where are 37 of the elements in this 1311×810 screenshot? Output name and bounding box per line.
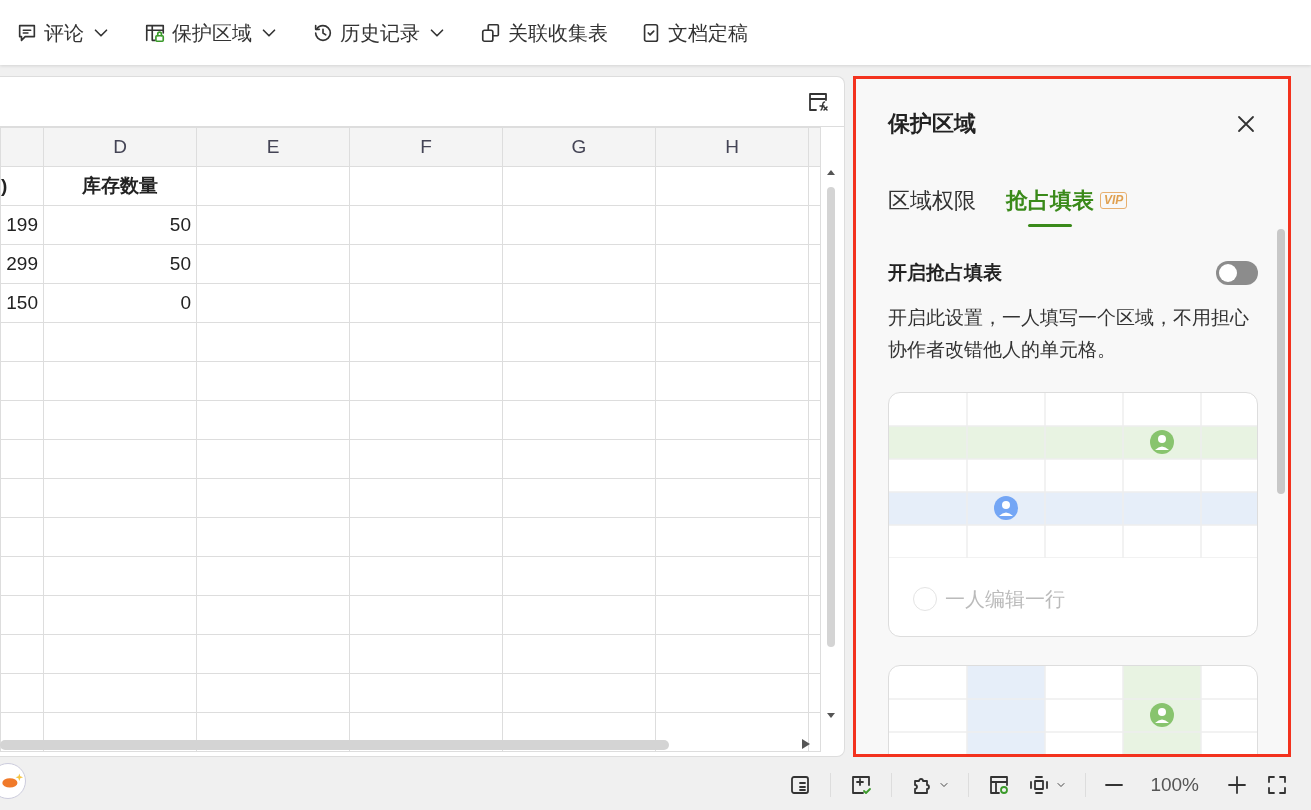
toolbar-button[interactable]: 历史记录 (312, 17, 462, 48)
tab[interactable]: 抢占填表 (1006, 184, 1094, 225)
column-header[interactable]: D (43, 127, 197, 167)
comment-check-icon (849, 773, 874, 797)
option-label: 一人编辑一行 (945, 586, 1065, 612)
table-cell: 50 (43, 244, 197, 284)
panel-title: 保护区域 (888, 110, 976, 138)
panel-scrollbar[interactable] (1277, 229, 1285, 494)
column-header[interactable]: E (196, 127, 350, 167)
copy-icon (480, 21, 502, 44)
horizontal-scrollbar[interactable] (0, 740, 669, 750)
table-cell: 50 (43, 205, 197, 245)
zoom-level: 100% (1150, 772, 1199, 797)
column-header[interactable]: G (502, 127, 656, 167)
table-cell: 150 (0, 283, 44, 323)
assistant-icon[interactable] (0, 763, 26, 799)
setting-label: 开启抢占填表 (888, 261, 1002, 285)
plus-icon (1225, 773, 1249, 797)
column-header[interactable]: H (655, 127, 809, 167)
header-cell: 库存数量 (43, 166, 197, 206)
toolbar-button[interactable]: 评论 (16, 17, 126, 48)
column-header[interactable]: F (349, 127, 503, 167)
radio-button[interactable] (913, 586, 937, 611)
toolbar-button[interactable]: 文档定稿 (640, 17, 762, 48)
table-cell: 199 (0, 205, 44, 245)
table-cell: 0 (43, 283, 197, 323)
table-cell: 299 (0, 244, 44, 284)
minus-icon (1104, 784, 1125, 786)
vip-badge: VIP (1100, 192, 1128, 209)
scroll-right-arrow-icon[interactable] (802, 739, 810, 749)
toolbar-button[interactable]: 保护区域 (144, 17, 294, 48)
description-text: 开启此设置，一人填写一个区域，不用担心协作者改错他人的单元格。 (888, 305, 1250, 362)
header-cell: ) (0, 166, 44, 206)
toggle-switch[interactable] (1216, 261, 1258, 286)
fullscreen-icon (1265, 773, 1289, 797)
toolbar-button[interactable]: 关联收集表 (480, 17, 622, 48)
tab[interactable]: 区域权限 (888, 184, 976, 225)
